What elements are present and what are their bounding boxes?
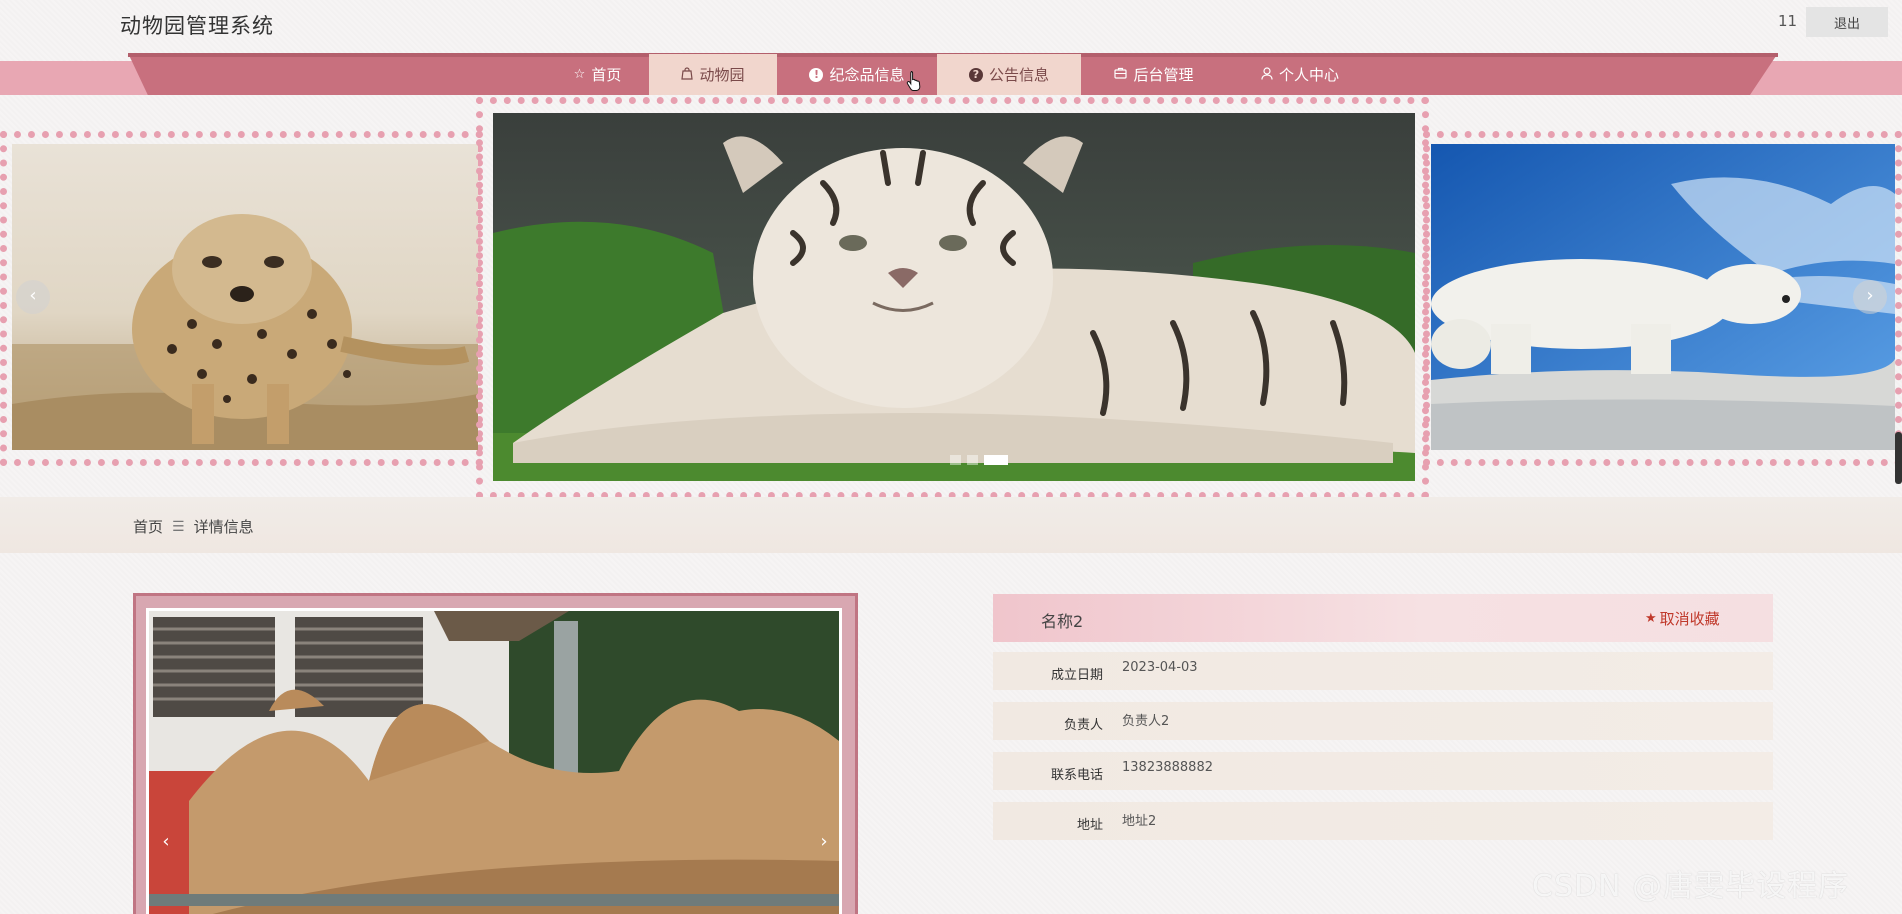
info-value: 地址2 xyxy=(1122,814,1157,829)
breadcrumb: 首页 ☰ 详情信息 xyxy=(133,516,254,537)
white-tiger-photo xyxy=(493,113,1415,481)
nav-item-label: 首页 xyxy=(591,66,622,84)
main-nav: ☆ 首页 动物园 ! 纪念品信息 ? 公告信息 后台管理 个人中心 xyxy=(546,54,1373,95)
briefcase-icon xyxy=(1114,67,1128,82)
carousel-indicator-1[interactable] xyxy=(950,455,961,465)
info-row-manager: 负责人 负责人2 xyxy=(993,702,1773,740)
nav-item-zoo[interactable]: 动物园 xyxy=(649,54,777,95)
breadcrumb-home-link[interactable]: 首页 xyxy=(133,516,163,537)
nav-item-home[interactable]: ☆ 首页 xyxy=(546,54,649,95)
nav-item-label: 个人中心 xyxy=(1278,66,1339,84)
bag-icon xyxy=(681,66,694,83)
carousel-slide-cheetah[interactable] xyxy=(12,144,478,450)
info-label: 成立日期 xyxy=(1050,668,1103,683)
carousel-indicator-3[interactable] xyxy=(984,455,1008,465)
carousel-prev-button[interactable]: ‹ xyxy=(16,280,50,314)
info-circle-icon: ! xyxy=(809,67,824,82)
carousel-slide-white-tiger[interactable] xyxy=(493,113,1415,481)
info-row-address: 地址 地址2 xyxy=(993,802,1773,840)
nav-item-label: 纪念品信息 xyxy=(829,66,905,84)
app-root: 动物园管理系统 11 退出 ☆ 首页 动物园 ! 纪念品信息 ? 公告信息 后台… xyxy=(0,0,1902,914)
camel-photo xyxy=(149,611,839,914)
info-label: 负责人 xyxy=(1063,718,1103,733)
star-outline-icon: ☆ xyxy=(573,67,586,82)
info-label: 联系电话 xyxy=(1050,768,1103,783)
nav-item-admin[interactable]: 后台管理 xyxy=(1081,54,1227,95)
current-user-name[interactable]: 11 xyxy=(1778,12,1797,30)
user-icon xyxy=(1261,66,1273,83)
breadcrumb-separator-icon: ☰ xyxy=(172,518,185,535)
gallery-prev-button[interactable]: ‹ xyxy=(154,826,178,858)
item-name: 名称2 xyxy=(1041,612,1084,631)
info-label: 地址 xyxy=(1076,818,1103,833)
detail-image xyxy=(146,608,842,914)
carousel-slide-polar-bear[interactable] xyxy=(1431,144,1895,450)
nav-item-announcements[interactable]: ? 公告信息 xyxy=(937,54,1081,95)
polar-bear-photo xyxy=(1431,144,1895,450)
watermark: CSDN @唐雯毕设程序 xyxy=(1532,869,1850,904)
page-scrollbar-thumb[interactable] xyxy=(1895,432,1902,484)
hand-cursor-icon xyxy=(906,71,921,91)
nav-item-label: 动物园 xyxy=(699,66,745,84)
nav-item-label: 后台管理 xyxy=(1133,66,1194,84)
nav-item-label: 公告信息 xyxy=(988,66,1049,84)
cheetah-photo xyxy=(12,144,478,450)
info-value: 负责人2 xyxy=(1122,714,1170,729)
info-value: 2023-04-03 xyxy=(1122,660,1198,675)
breadcrumb-current: 详情信息 xyxy=(193,518,254,536)
logout-button[interactable]: 退出 xyxy=(1806,7,1888,37)
nav-item-profile[interactable]: 个人中心 xyxy=(1227,54,1373,95)
unfavorite-button[interactable]: ★ 取消收藏 xyxy=(1645,608,1720,629)
info-value: 13823888882 xyxy=(1122,760,1213,775)
star-icon: ★ xyxy=(1645,611,1657,626)
site-title: 动物园管理系统 xyxy=(120,14,274,38)
unfavorite-label: 取消收藏 xyxy=(1659,610,1720,628)
gallery-next-button[interactable]: › xyxy=(812,826,836,858)
carousel-indicator-2[interactable] xyxy=(967,455,978,465)
info-row-established-date: 成立日期 2023-04-03 xyxy=(993,652,1773,690)
breadcrumb-bar xyxy=(0,497,1902,553)
info-row-phone: 联系电话 13823888882 xyxy=(993,752,1773,790)
question-circle-icon: ? xyxy=(968,67,983,82)
carousel-next-button[interactable]: › xyxy=(1853,280,1887,314)
